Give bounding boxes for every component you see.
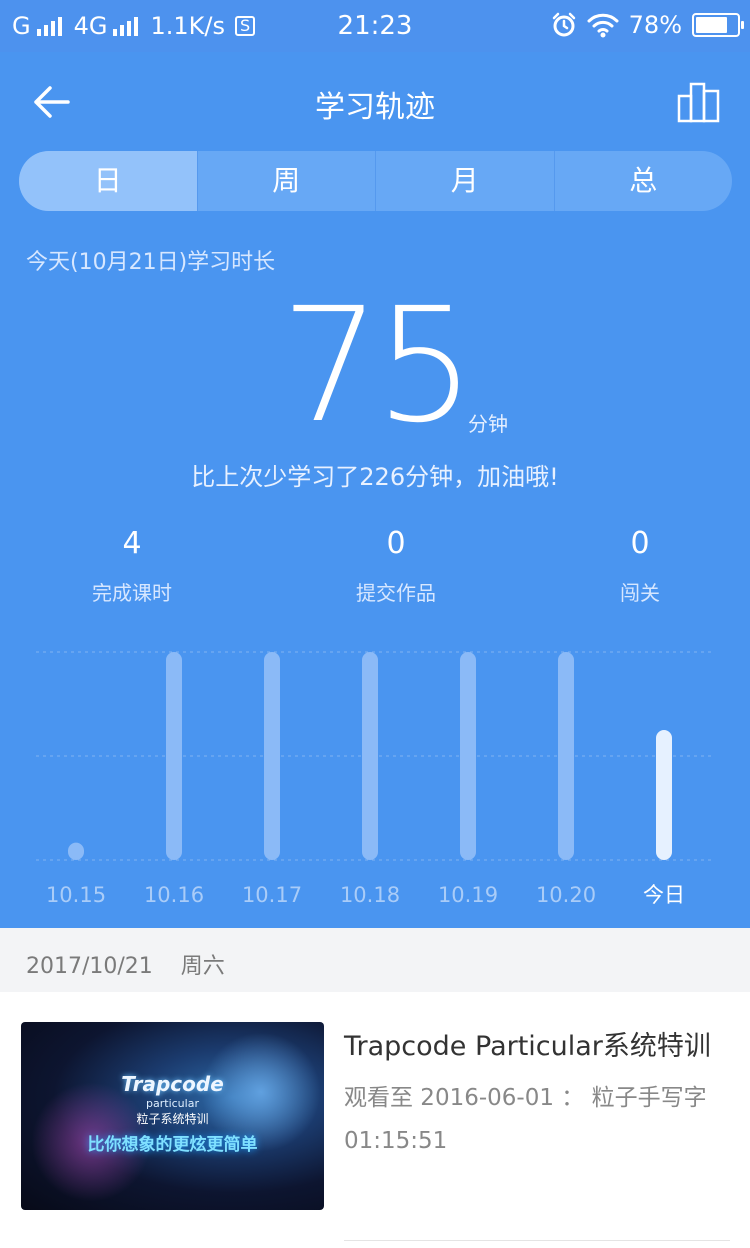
stat-value: 0: [386, 526, 406, 561]
divider: [344, 1240, 730, 1241]
chart-bar[interactable]: [68, 842, 84, 860]
x-tick-label[interactable]: 10.18: [340, 883, 400, 907]
thumb-subtitle: particular: [146, 1097, 199, 1110]
chart-bar[interactable]: [264, 652, 280, 860]
course-progress: 观看至 2016-06-01 ： 粒子手写字: [344, 1085, 707, 1111]
course-thumbnail: Trapcode particular 粒子系统特训 比你想象的更炫更简单: [21, 1022, 324, 1210]
x-tick-label[interactable]: 10.20: [536, 883, 596, 907]
battery-fill: [696, 17, 728, 33]
chart-bar[interactable]: [362, 652, 378, 860]
chart-bar[interactable]: [460, 652, 476, 860]
stat-label: 完成课时: [92, 581, 172, 605]
x-tick-label[interactable]: 10.16: [144, 883, 204, 907]
comparison-text: 比上次少学习了226分钟，加油哦!: [191, 463, 559, 491]
thumb-slogan: 比你想象的更炫更简单: [87, 1135, 258, 1155]
status-bar: G 4G 1.1K/s S 21:23 78%: [0, 0, 750, 52]
stat-challenges: 0 闯关: [540, 527, 740, 606]
record-date-value: 2017/10/21: [26, 954, 153, 979]
battery-percent: 78%: [628, 11, 682, 39]
bar-chart-icon[interactable]: [676, 78, 722, 124]
thumb-cn-title: 粒子系统特训: [136, 1112, 209, 1126]
tab-week[interactable]: 周: [196, 151, 376, 211]
minutes-unit: 分钟: [468, 412, 508, 436]
record-weekday: 周六: [180, 954, 225, 979]
chart-bar[interactable]: [558, 652, 574, 860]
x-tick-label[interactable]: 10.19: [438, 883, 498, 907]
battery-icon: [692, 13, 744, 37]
stat-value: 0: [630, 526, 650, 561]
thumb-title: Trapcode: [121, 1072, 224, 1096]
stat-value: 4: [122, 526, 142, 561]
stat-label: 提交作品: [356, 581, 436, 605]
tab-month[interactable]: 月: [375, 151, 554, 211]
period-tabs: 日 周 月 总: [19, 151, 732, 211]
today-duration-label: 今天(10月21日)学习时长: [26, 250, 276, 275]
record-date-header: 2017/10/21 周六: [0, 928, 750, 992]
record-date: 2017/10/21 周六: [26, 948, 225, 980]
course-title[interactable]: Trapcode Particular系统特训: [344, 1024, 711, 1063]
x-tick-label[interactable]: 今日: [643, 883, 685, 907]
daily-study-chart: 10.15 10.16 10.17 10.18 10.19 10.20 今日: [36, 651, 712, 907]
page-title: 学习轨迹: [315, 90, 435, 125]
wifi-icon: [587, 13, 619, 38]
tab-day[interactable]: 日: [19, 151, 197, 211]
status-right: 78%: [551, 11, 744, 39]
alarm-icon: [552, 12, 575, 37]
x-tick-label[interactable]: 10.17: [242, 883, 302, 907]
chart-bar[interactable]: [166, 652, 182, 860]
course-watch-time: 01:15:51: [344, 1128, 448, 1154]
stat-label: 闯关: [620, 581, 660, 605]
study-minutes: 75: [280, 274, 475, 458]
chart-bar[interactable]: [656, 730, 672, 860]
course-record-item[interactable]: Trapcode particular 粒子系统特训 比你想象的更炫更简单 Tr…: [0, 992, 750, 1248]
stat-completed-lessons: 4 完成课时: [32, 527, 232, 606]
stat-submitted-works: 0 提交作品: [296, 527, 496, 606]
tab-total[interactable]: 总: [553, 151, 733, 211]
x-tick-label[interactable]: 10.15: [46, 883, 106, 907]
